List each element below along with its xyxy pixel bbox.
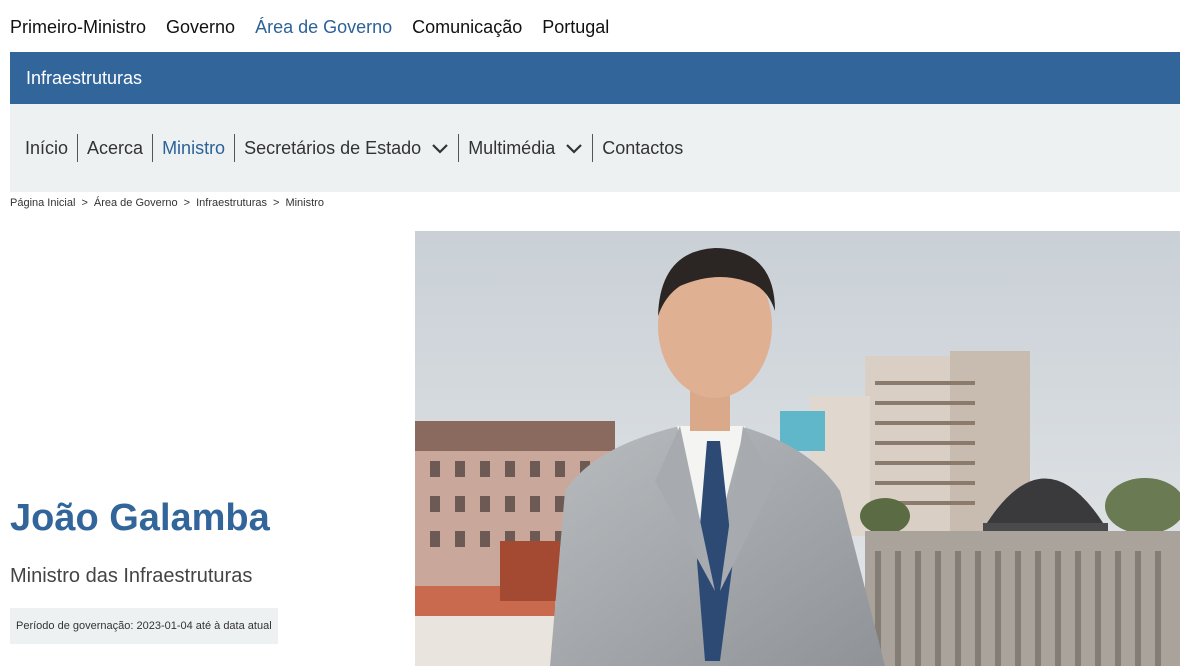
subnav-ministro[interactable]: Ministro xyxy=(153,134,236,162)
subnav-inicio[interactable]: Início xyxy=(16,134,79,162)
chevron-down-icon[interactable] xyxy=(565,139,583,157)
subnav-label: Multimédia xyxy=(468,137,556,158)
portrait-image xyxy=(415,231,1180,666)
chevron-down-icon[interactable] xyxy=(431,139,449,157)
section-navigation: Início Acerca Ministro Secretários de Es… xyxy=(10,104,1180,192)
minister-name: João Galamba xyxy=(10,497,270,539)
topnav-governo[interactable]: Governo xyxy=(166,17,235,38)
area-title-bar: Infraestruturas xyxy=(10,52,1180,104)
subnav-label: Acerca xyxy=(87,137,144,158)
breadcrumb: Página Inicial > Área de Governo > Infra… xyxy=(10,197,324,209)
governance-period: Período de governação: 2023-01-04 até à … xyxy=(10,608,278,644)
subnav-acerca[interactable]: Acerca xyxy=(78,134,154,162)
breadcrumb-separator: > xyxy=(81,197,88,209)
breadcrumb-ministro: Ministro xyxy=(285,197,324,209)
area-title[interactable]: Infraestruturas xyxy=(26,68,142,89)
subnav-multimedia[interactable]: Multimédia xyxy=(459,134,594,162)
minister-photo xyxy=(415,231,1180,666)
top-navigation: Primeiro-Ministro Governo Área de Govern… xyxy=(10,17,609,38)
breadcrumb-separator: > xyxy=(273,197,280,209)
topnav-primeiro-ministro[interactable]: Primeiro-Ministro xyxy=(10,17,146,38)
breadcrumb-infraestruturas[interactable]: Infraestruturas xyxy=(196,197,267,209)
topnav-portugal[interactable]: Portugal xyxy=(542,17,609,38)
subnav-secretarios-de-estado[interactable]: Secretários de Estado xyxy=(235,134,460,162)
breadcrumb-separator: > xyxy=(183,197,191,209)
breadcrumb-pagina-inicial[interactable]: Página Inicial xyxy=(10,197,75,209)
subnav-label: Secretários de Estado xyxy=(244,137,422,158)
subnav-contactos[interactable]: Contactos xyxy=(593,134,692,162)
topnav-area-de-governo[interactable]: Área de Governo xyxy=(255,17,392,38)
subnav-label: Início xyxy=(25,137,69,158)
breadcrumb-area-de-governo[interactable]: Área de Governo xyxy=(94,197,178,209)
subnav-label: Contactos xyxy=(602,137,684,158)
topnav-comunicacao[interactable]: Comunicação xyxy=(412,17,522,38)
minister-role: Ministro das Infraestruturas xyxy=(10,565,253,587)
subnav-label: Ministro xyxy=(162,137,226,158)
